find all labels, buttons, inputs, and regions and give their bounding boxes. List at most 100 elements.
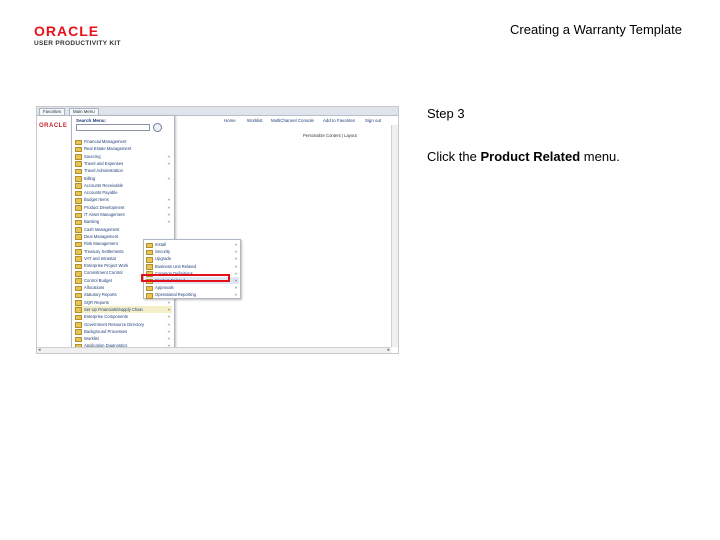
- submenu-arrow-icon: »: [167, 299, 170, 305]
- submenu-arrow-icon: »: [167, 153, 170, 159]
- menu-item-banking[interactable]: Banking »: [74, 218, 172, 226]
- submenu-arrow-icon: »: [234, 270, 237, 276]
- menu-item-set-up-financials-supply-chain[interactable]: Set Up Financials/Supply Chain »: [74, 305, 172, 314]
- submenu-arrow-icon: »: [234, 242, 237, 247]
- logo-brand: ORACLE: [34, 23, 100, 39]
- menu-search: Search Menu:: [74, 118, 172, 132]
- search-go-icon[interactable]: [153, 123, 162, 132]
- menu-item-billing[interactable]: Billing »: [74, 175, 172, 182]
- menu-item-label: VAT and Intrastat: [84, 255, 116, 261]
- menu-item-label: Product Development: [84, 204, 125, 210]
- scroll-left-icon[interactable]: ◂: [38, 347, 41, 353]
- vertical-scrollbar[interactable]: [391, 125, 398, 347]
- menu-item-operational-reporting[interactable]: Operational Reporting »: [145, 291, 239, 299]
- menu-item-it-asset-management[interactable]: IT Asset Management »: [74, 211, 172, 219]
- menu-item-label: Government Resource Directory: [84, 321, 145, 327]
- menu-item-label: Budget Items: [84, 197, 109, 203]
- menu-item-cash-management[interactable]: Cash Management: [74, 226, 172, 233]
- menu-item-label: Sourcing: [84, 153, 101, 159]
- tab-favorites[interactable]: Favorites: [39, 108, 66, 116]
- menu-item-background-processes[interactable]: Background Processes »: [74, 328, 172, 335]
- folder-icon: [146, 292, 153, 299]
- document-title: Creating a Warranty Template: [510, 22, 682, 37]
- personalize-link[interactable]: Personalize Content | Layout: [303, 133, 357, 138]
- menu-item-label: Cash Management: [84, 226, 120, 232]
- search-menu-label: Search Menu:: [76, 118, 107, 123]
- logo-subtitle: USER PRODUCTIVITY KIT: [34, 40, 121, 47]
- menu-item-label: Deal Management: [84, 233, 119, 239]
- sign-out-link[interactable]: Sign out: [365, 117, 381, 124]
- submenu-arrow-icon: »: [234, 285, 237, 291]
- menu-item-label: Statutory Reports: [84, 292, 117, 298]
- instruction-target: Product Related: [480, 149, 581, 164]
- setup-financials-submenu: Install» Security» Upgrade» Business Unit R…: [143, 239, 241, 299]
- submenu-arrow-icon: »: [167, 328, 170, 334]
- application-screenshot: Favorites Main Menu Home Worklist MultiC…: [36, 106, 399, 354]
- menu-item-install[interactable]: Install »: [145, 241, 239, 249]
- menu-item-label: Banking: [84, 219, 100, 225]
- menu-item-label: Allocations: [84, 285, 105, 290]
- submenu-arrow-icon: »: [167, 321, 170, 327]
- submenu-arrow-icon: »: [167, 204, 170, 210]
- menu-item-travel-administration[interactable]: Travel Administration: [74, 167, 172, 175]
- menu-item-government-resource-directory[interactable]: Government Resource Directory »: [74, 321, 172, 328]
- menu-item-travel-and-expenses[interactable]: Travel and Expenses »: [74, 160, 172, 168]
- menu-item-label: Financial Management: [84, 139, 127, 144]
- personalize-bar: Personalize Content | Layout: [173, 133, 398, 139]
- submenu-arrow-icon: »: [234, 292, 237, 298]
- worklist-link[interactable]: Worklist: [247, 117, 263, 124]
- menu-item-label: Business Unit Related: [155, 263, 197, 269]
- menu-item-label: Worklist: [84, 336, 99, 342]
- menu-item-label: Security: [155, 249, 171, 255]
- menu-item-label: Travel and Expenses: [84, 160, 124, 166]
- menu-item-label: Treasury Settlements: [84, 248, 124, 254]
- menu-item-upgrade[interactable]: Upgrade »: [145, 255, 239, 263]
- menu-item-security[interactable]: Security »: [145, 248, 239, 256]
- oracle-upk-logo: ORACLE USER PRODUCTIVITY KIT: [34, 24, 121, 47]
- home-link[interactable]: Home: [224, 117, 236, 124]
- submenu-arrow-icon: »: [234, 256, 237, 262]
- submenu-arrow-icon: »: [167, 314, 170, 320]
- menu-item-product-development[interactable]: Product Development »: [74, 204, 172, 211]
- submenu-arrow-icon: »: [167, 212, 170, 217]
- submenu-arrow-icon: »: [234, 249, 237, 255]
- submenu-arrow-icon: »: [167, 219, 170, 225]
- scroll-right-icon[interactable]: ▸: [387, 347, 390, 353]
- menu-item-real-estate-management[interactable]: Real Estate Management: [74, 145, 172, 153]
- submenu-arrow-icon: »: [234, 263, 237, 269]
- instruction-text: Click the Product Related menu.: [427, 149, 620, 164]
- submenu-arrow-icon: »: [234, 278, 237, 283]
- menu-item-enterprise-components[interactable]: Enterprise Components »: [74, 313, 172, 321]
- menu-item-label: Enterprise Project Work: [84, 263, 129, 269]
- menu-item-worklist[interactable]: Worklist »: [74, 335, 172, 343]
- menu-item-financial-management[interactable]: Financial Management: [74, 138, 172, 146]
- app-logo: ORACLE: [39, 123, 68, 129]
- search-menu-input[interactable]: [76, 124, 150, 131]
- menu-item-label: Commitment Control: [84, 270, 123, 276]
- submenu-arrow-icon: »: [167, 175, 170, 181]
- menu-item-label: Accounts Payable: [84, 190, 118, 196]
- menu-item-label: SQR Reports: [84, 299, 109, 305]
- main-menu-dropdown: Search Menu: Financial Management Real Es…: [71, 115, 175, 353]
- add-to-favorites-link[interactable]: Add to Favorites: [323, 117, 355, 124]
- submenu-arrow-icon: »: [167, 336, 170, 342]
- horizontal-scrollbar[interactable]: ◂ ▸: [37, 347, 391, 353]
- menu-item-label: Risk Management: [84, 241, 118, 247]
- menu-item-sqr-reports[interactable]: SQR Reports »: [74, 299, 172, 306]
- menu-item-label: Control Budget: [84, 277, 112, 283]
- menu-item-label: Background Processes: [84, 328, 128, 334]
- submenu-arrow-icon: »: [167, 160, 170, 166]
- multichannel-console-link[interactable]: MultiChannel Console: [271, 117, 314, 124]
- menu-item-accounts-receivable[interactable]: Accounts Receivable: [74, 182, 172, 189]
- menu-item-label: Travel Administration: [84, 168, 123, 174]
- menu-item-approvals[interactable]: Approvals »: [145, 284, 239, 292]
- menu-item-accounts-payable[interactable]: Accounts Payable: [74, 189, 172, 197]
- menu-item-business-unit-related[interactable]: Business Unit Related »: [145, 263, 239, 270]
- menu-item-sourcing[interactable]: Sourcing »: [74, 153, 172, 160]
- instruction-suffix: menu.: [580, 149, 620, 164]
- menu-item-budget-items[interactable]: Budget Items »: [74, 196, 172, 204]
- menu-item-label: Real Estate Management: [84, 146, 132, 152]
- submenu-arrow-icon: »: [167, 306, 170, 312]
- menu-item-label: IT Asset Management: [84, 212, 125, 217]
- menu-item-label: Operational Reporting: [155, 292, 196, 298]
